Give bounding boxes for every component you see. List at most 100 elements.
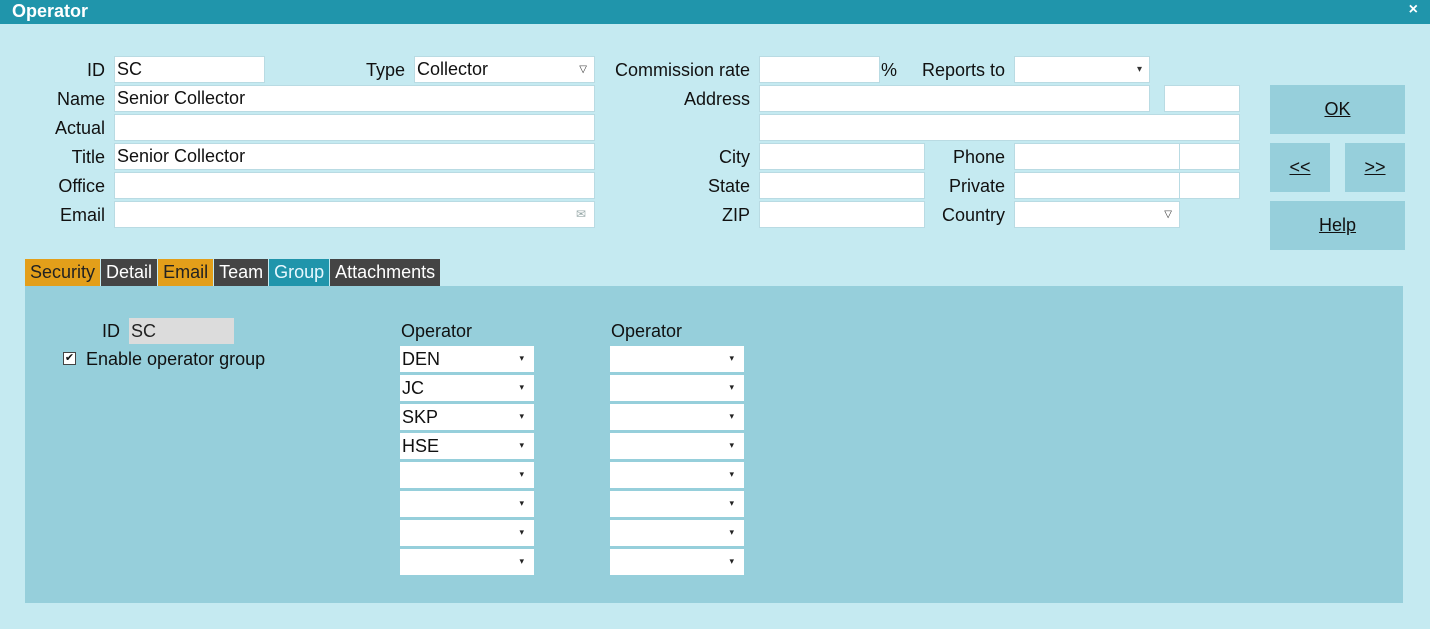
chevron-down-icon: ▾ — [729, 498, 734, 508]
tab-strip: Security Detail Email Team Group Attachm… — [25, 259, 441, 286]
help-button-label: Help — [1318, 215, 1357, 235]
address-line1-field[interactable] — [759, 85, 1150, 112]
state-label: State — [707, 176, 750, 196]
chevron-down-icon: ▾ — [729, 469, 734, 479]
tab-group[interactable]: Group — [269, 259, 330, 286]
chevron-down-icon: ▾ — [729, 440, 734, 450]
address-label: Address — [683, 89, 750, 109]
chevron-down-icon: ▾ — [729, 556, 734, 566]
operator-column-1-select[interactable]: ▾ — [400, 462, 534, 488]
chevron-down-icon: ▾ — [519, 411, 524, 421]
operator-column-1-value: HSE — [402, 436, 440, 456]
next-button[interactable]: >> — [1345, 143, 1405, 192]
phone-ext-field[interactable] — [1179, 143, 1240, 170]
email-field[interactable]: ✉ — [114, 201, 595, 228]
help-button[interactable]: Help — [1270, 201, 1405, 250]
operator-column-2-select[interactable]: ▾ — [610, 404, 744, 430]
phone-field[interactable] — [1014, 143, 1180, 170]
close-icon[interactable]: × — [1409, 1, 1418, 19]
title-bar: Operator × — [0, 0, 1430, 24]
type-value: Collector — [417, 59, 489, 79]
ok-button[interactable]: OK — [1270, 85, 1405, 134]
operator-column-2-select[interactable]: ▾ — [610, 375, 744, 401]
operator-column-2-select[interactable]: ▾ — [610, 346, 744, 372]
operator-column-1-select[interactable]: ▾ — [400, 549, 534, 575]
office-label: Office — [58, 176, 105, 196]
id-field[interactable]: SC — [114, 56, 265, 83]
phone-label: Phone — [952, 147, 1005, 167]
operator-column-2-select[interactable]: ▾ — [610, 491, 744, 517]
tab-detail[interactable]: Detail — [101, 259, 158, 286]
operator-column-2-select[interactable]: ▾ — [610, 549, 744, 575]
type-select[interactable]: Collector ▽ — [414, 56, 595, 83]
operator-column-2-select[interactable]: ▾ — [610, 520, 744, 546]
actual-field[interactable] — [114, 114, 595, 141]
percent-unit: % — [881, 60, 898, 80]
country-label: Country — [941, 205, 1005, 225]
zip-field[interactable] — [759, 201, 925, 228]
chevron-down-icon: ▾ — [519, 556, 524, 566]
private-phone-field[interactable] — [1014, 172, 1180, 199]
type-label: Type — [365, 60, 405, 80]
operator-column-1-value: DEN — [402, 349, 441, 369]
operator-column-1-select[interactable]: SKP ▾ — [400, 404, 534, 430]
operator-column-1-select[interactable]: DEN ▾ — [400, 346, 534, 372]
title-field[interactable]: Senior Collector — [114, 143, 595, 170]
group-id-label: ID — [102, 321, 120, 341]
chevron-down-icon: ▾ — [729, 411, 734, 421]
operator-column-2-header: Operator — [611, 321, 683, 341]
reports-to-label: Reports to — [921, 60, 1005, 80]
chevron-down-icon: ▾ — [729, 527, 734, 537]
tab-team[interactable]: Team — [214, 259, 269, 286]
mail-icon[interactable]: ✉ — [576, 202, 586, 227]
city-field[interactable] — [759, 143, 925, 170]
zip-label: ZIP — [721, 205, 750, 225]
tab-security[interactable]: Security — [25, 259, 101, 286]
id-label: ID — [87, 60, 105, 80]
ok-button-label: OK — [1324, 99, 1351, 119]
operator-column-1-value: SKP — [402, 407, 439, 427]
private-ext-field[interactable] — [1179, 172, 1240, 199]
chevron-down-icon: ▾ — [729, 382, 734, 392]
office-field[interactable] — [114, 172, 595, 199]
name-field[interactable]: Senior Collector — [114, 85, 595, 112]
tab-email[interactable]: Email — [158, 259, 214, 286]
operator-column-1-select[interactable]: ▾ — [400, 491, 534, 517]
operator-column-1-header: Operator — [401, 321, 473, 341]
window-title: Operator — [12, 1, 89, 21]
chevron-down-icon: ▽ — [579, 64, 587, 75]
name-label: Name — [56, 89, 105, 109]
operator-column-1-value: JC — [402, 378, 424, 398]
chevron-down-icon: ▾ — [519, 527, 524, 537]
reports-to-select[interactable]: ▾ — [1014, 56, 1150, 83]
operator-column-1-select[interactable]: ▾ — [400, 520, 534, 546]
tab-attachments[interactable]: Attachments — [330, 259, 441, 286]
enable-group-label: Enable operator group — [86, 349, 266, 369]
actual-label: Actual — [54, 118, 105, 138]
city-label: City — [719, 147, 750, 167]
title-label: Title — [71, 147, 105, 167]
address-line2-field[interactable] — [759, 114, 1240, 141]
operator-column-2-select[interactable]: ▾ — [610, 433, 744, 459]
operator-column-1-select[interactable]: JC ▾ — [400, 375, 534, 401]
operator-column-1-select[interactable]: HSE ▾ — [400, 433, 534, 459]
chevron-down-icon: ▾ — [519, 498, 524, 508]
group-id-value: SC — [129, 318, 234, 344]
previous-button[interactable]: << — [1270, 143, 1330, 192]
address-extra-field[interactable] — [1164, 85, 1240, 112]
private-label: Private — [948, 176, 1005, 196]
commission-rate-field[interactable] — [759, 56, 880, 83]
commission-rate-label: Commission rate — [614, 60, 750, 80]
chevron-down-icon: ▽ — [1164, 209, 1172, 220]
chevron-down-icon: ▾ — [519, 353, 524, 363]
country-select[interactable]: ▽ — [1014, 201, 1180, 228]
enable-group-checkbox[interactable]: ✔ — [63, 352, 76, 365]
group-panel: ID SC ✔ Enable operator group Operator O… — [25, 286, 1403, 603]
chevron-down-icon: ▾ — [1136, 64, 1142, 75]
chevron-down-icon: ▾ — [519, 382, 524, 392]
chevron-down-icon: ▾ — [729, 353, 734, 363]
state-field[interactable] — [759, 172, 925, 199]
previous-button-label: << — [1289, 157, 1311, 177]
operator-column-2-select[interactable]: ▾ — [610, 462, 744, 488]
chevron-down-icon: ▾ — [519, 469, 524, 479]
